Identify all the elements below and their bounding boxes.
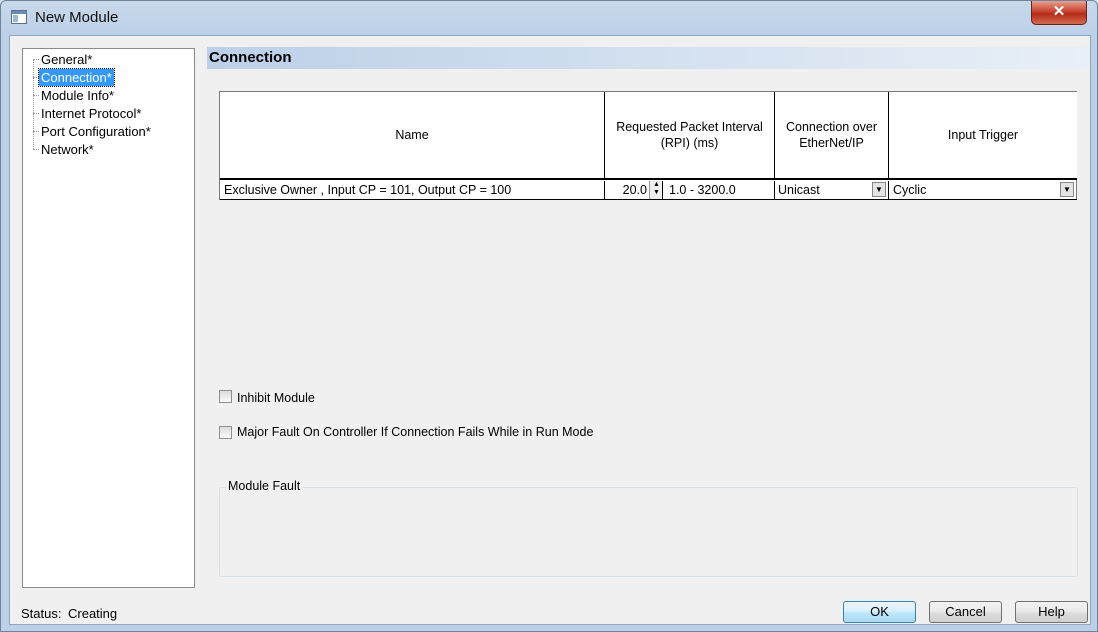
- help-button[interactable]: Help: [1015, 601, 1088, 623]
- column-header-name[interactable]: Name: [220, 92, 605, 180]
- major-fault-checkbox[interactable]: [219, 426, 232, 439]
- tree-item-module-info[interactable]: Module Info*: [39, 87, 116, 104]
- rpi-value: 20.0: [622, 183, 647, 197]
- column-header-rpi[interactable]: Requested Packet Interval (RPI) (ms): [605, 92, 775, 180]
- window-icon: [11, 10, 27, 24]
- connection-type-select[interactable]: Unicast ▼: [775, 181, 889, 200]
- rpi-value-input[interactable]: 20.0 ▲ ▼: [605, 181, 663, 200]
- section-title: Connection: [207, 47, 1089, 69]
- connection-type-value: Unicast: [778, 183, 820, 197]
- status-label: Status:: [21, 606, 62, 621]
- title-bar[interactable]: New Module ✕: [1, 1, 1097, 35]
- rpi-range-cell: 1.0 - 3200.0: [663, 181, 775, 200]
- column-header-connection-over[interactable]: Connection over EtherNet/IP: [775, 92, 889, 180]
- connection-name: Exclusive Owner , Input CP = 101, Output…: [224, 183, 512, 197]
- window-title: New Module: [35, 9, 119, 26]
- chevron-down-icon[interactable]: ▼: [1060, 182, 1074, 197]
- inhibit-module-label[interactable]: Inhibit Module: [237, 391, 315, 405]
- rpi-range: 1.0 - 3200.0: [669, 183, 736, 197]
- tree-item-network[interactable]: Network*: [39, 141, 96, 158]
- row-name-cell[interactable]: Exclusive Owner , Input CP = 101, Output…: [220, 181, 605, 200]
- inhibit-module-checkbox[interactable]: [219, 390, 232, 403]
- chevron-down-icon[interactable]: ▼: [872, 182, 886, 197]
- module-fault-group: [219, 487, 1078, 577]
- category-tree: General* Connection* Module Info* Intern…: [22, 48, 195, 588]
- close-icon: ✕: [1052, 3, 1066, 20]
- spinner-icon[interactable]: ▲ ▼: [649, 181, 662, 199]
- module-fault-title: Module Fault: [226, 479, 303, 493]
- input-trigger-select[interactable]: Cyclic ▼: [889, 181, 1077, 200]
- input-trigger-value: Cyclic: [893, 183, 927, 197]
- tree-item-connection[interactable]: Connection*: [38, 68, 115, 87]
- tree-item-internet-protocol[interactable]: Internet Protocol*: [39, 105, 143, 122]
- dialog-body: General* Connection* Module Info* Intern…: [9, 35, 1091, 625]
- column-header-input-trigger[interactable]: Input Trigger: [889, 92, 1077, 180]
- close-button[interactable]: ✕: [1031, 1, 1087, 25]
- cancel-button[interactable]: Cancel: [929, 601, 1002, 623]
- status-value: Creating: [68, 606, 118, 621]
- tree-connector: [33, 59, 34, 149]
- tree-item-general[interactable]: General*: [39, 51, 94, 68]
- tree-item-port-configuration[interactable]: Port Configuration*: [39, 123, 153, 140]
- ok-button[interactable]: OK: [843, 601, 916, 623]
- major-fault-label[interactable]: Major Fault On Controller If Connection …: [237, 425, 593, 439]
- new-module-dialog: New Module ✕ General* Connection* Module…: [0, 0, 1098, 632]
- connection-grid: Name Requested Packet Interval (RPI) (ms…: [219, 91, 1077, 200]
